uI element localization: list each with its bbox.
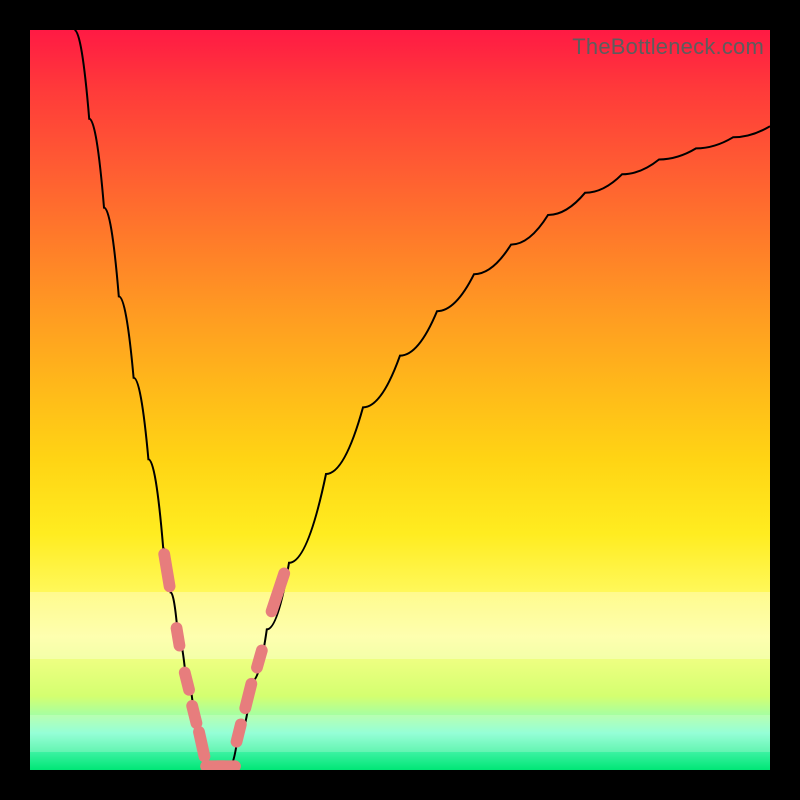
curve-marker bbox=[238, 677, 258, 716]
highlight-band-upper bbox=[30, 592, 770, 659]
curve-layer bbox=[30, 30, 770, 770]
curve-marker bbox=[178, 665, 197, 697]
curve-marker bbox=[200, 760, 230, 770]
chart-frame: TheBottleneck.com bbox=[0, 0, 800, 800]
attribution-text: TheBottleneck.com bbox=[572, 34, 764, 60]
plot-area: TheBottleneck.com bbox=[30, 30, 770, 770]
curve-right-branch bbox=[230, 126, 770, 766]
curve-marker bbox=[211, 760, 241, 770]
curve-marker bbox=[157, 547, 176, 593]
highlight-band-lower bbox=[30, 715, 770, 752]
